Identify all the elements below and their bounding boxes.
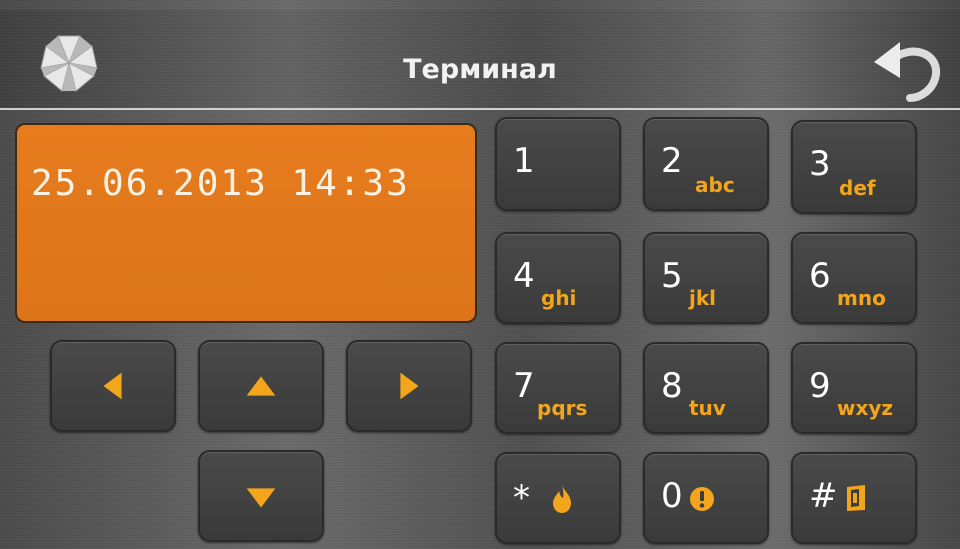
page-title: Терминал [403, 54, 557, 85]
exclamation-icon [690, 487, 714, 511]
right-arrow-icon [400, 372, 419, 400]
key-letters: pqrs [537, 396, 588, 420]
terminal-display: 25.06.2013 14:33 [15, 123, 477, 323]
key-hash-button[interactable]: # [791, 452, 917, 544]
key-number: 7 [513, 366, 535, 406]
down-arrow-icon [246, 488, 276, 508]
key-number: * [513, 478, 530, 518]
key-2-button[interactable]: 2 abc [643, 117, 769, 211]
key-number: 4 [513, 256, 535, 296]
key-number: 8 [661, 366, 683, 406]
arrow-down-button[interactable] [198, 450, 324, 542]
key-4-button[interactable]: 4 ghi [495, 232, 621, 324]
key-letters: ghi [541, 286, 577, 310]
up-arrow-icon [246, 376, 276, 396]
key-1-button[interactable]: 1 [495, 117, 621, 211]
key-number: 1 [513, 141, 535, 181]
key-number: 3 [809, 144, 831, 184]
key-6-button[interactable]: 6 mno [791, 232, 917, 324]
key-0-button[interactable]: 0 [643, 452, 769, 544]
shield-icon [847, 485, 865, 511]
key-star-button[interactable]: * [495, 452, 621, 544]
key-letters: def [839, 176, 876, 200]
key-letters: jkl [689, 286, 717, 310]
key-5-button[interactable]: 5 jkl [643, 232, 769, 324]
key-8-button[interactable]: 8 tuv [643, 342, 769, 434]
key-9-button[interactable]: 9 wxyz [791, 342, 917, 434]
key-letters: wxyz [837, 396, 894, 420]
arrow-right-button[interactable] [346, 340, 472, 432]
key-number: 6 [809, 256, 831, 296]
key-letters: tuv [689, 396, 726, 420]
left-arrow-icon [103, 372, 122, 400]
key-number: 0 [661, 476, 683, 516]
key-letters: abc [695, 173, 735, 197]
display-datetime: 25.06.2013 14:33 [31, 163, 410, 204]
key-letters: mno [837, 286, 886, 310]
arrow-left-button[interactable] [50, 340, 176, 432]
header-bar: Терминал [0, 10, 960, 110]
arrow-up-button[interactable] [198, 340, 324, 432]
key-7-button[interactable]: 7 pqrs [495, 342, 621, 434]
key-3-button[interactable]: 3 def [791, 120, 917, 214]
key-number: # [809, 476, 838, 516]
back-arrow-icon[interactable] [870, 34, 942, 102]
key-number: 2 [661, 141, 683, 181]
fire-icon [553, 485, 571, 513]
key-number: 9 [809, 366, 831, 406]
key-number: 5 [661, 256, 683, 296]
